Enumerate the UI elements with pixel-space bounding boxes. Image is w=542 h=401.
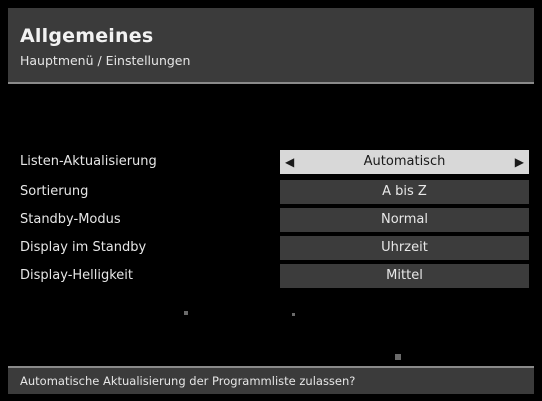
setting-value-selector[interactable]: ◀ Automatisch ▶ xyxy=(280,150,529,174)
setting-value: A bis Z xyxy=(382,184,427,199)
setting-value: Automatisch xyxy=(363,154,446,169)
setting-row-standby-display[interactable]: Display im Standby Uhrzeit xyxy=(8,236,534,261)
header-bar: Allgemeines Hauptmenü / Einstellungen xyxy=(8,8,534,82)
setting-label: Listen-Aktualisierung xyxy=(20,154,157,169)
setting-row-sort-order[interactable]: Sortierung A bis Z xyxy=(8,180,534,205)
setting-label: Standby-Modus xyxy=(20,212,121,227)
right-arrow-icon[interactable]: ▶ xyxy=(515,150,524,174)
settings-screen: Allgemeines Hauptmenü / Einstellungen Li… xyxy=(0,0,542,401)
left-arrow-icon[interactable]: ◀ xyxy=(285,150,294,174)
setting-value-selector[interactable]: Normal xyxy=(280,208,529,232)
setting-label: Sortierung xyxy=(20,184,89,199)
setting-value: Uhrzeit xyxy=(381,240,428,255)
noise-speck xyxy=(292,313,295,316)
noise-speck xyxy=(395,354,401,360)
noise-speck xyxy=(184,311,188,315)
setting-value-selector[interactable]: Mittel xyxy=(280,264,529,288)
setting-label: Display-Helligkeit xyxy=(20,268,134,283)
setting-row-display-brightness[interactable]: Display-Helligkeit Mittel xyxy=(8,264,534,289)
setting-value-selector[interactable]: Uhrzeit xyxy=(280,236,529,260)
breadcrumb: Hauptmenü / Einstellungen xyxy=(20,53,191,68)
setting-row-standby-mode[interactable]: Standby-Modus Normal xyxy=(8,208,534,233)
setting-label: Display im Standby xyxy=(20,240,147,255)
page-title: Allgemeines xyxy=(20,25,154,47)
setting-value: Normal xyxy=(380,212,429,227)
help-text: Automatische Aktualisierung der Programm… xyxy=(20,374,356,388)
setting-value: Mittel xyxy=(386,268,423,283)
setting-row-list-update[interactable]: Listen-Aktualisierung ◀ Automatisch ▶ xyxy=(8,150,534,175)
help-bar: Automatische Aktualisierung der Programm… xyxy=(8,368,534,394)
setting-value-selector[interactable]: A bis Z xyxy=(280,180,529,204)
